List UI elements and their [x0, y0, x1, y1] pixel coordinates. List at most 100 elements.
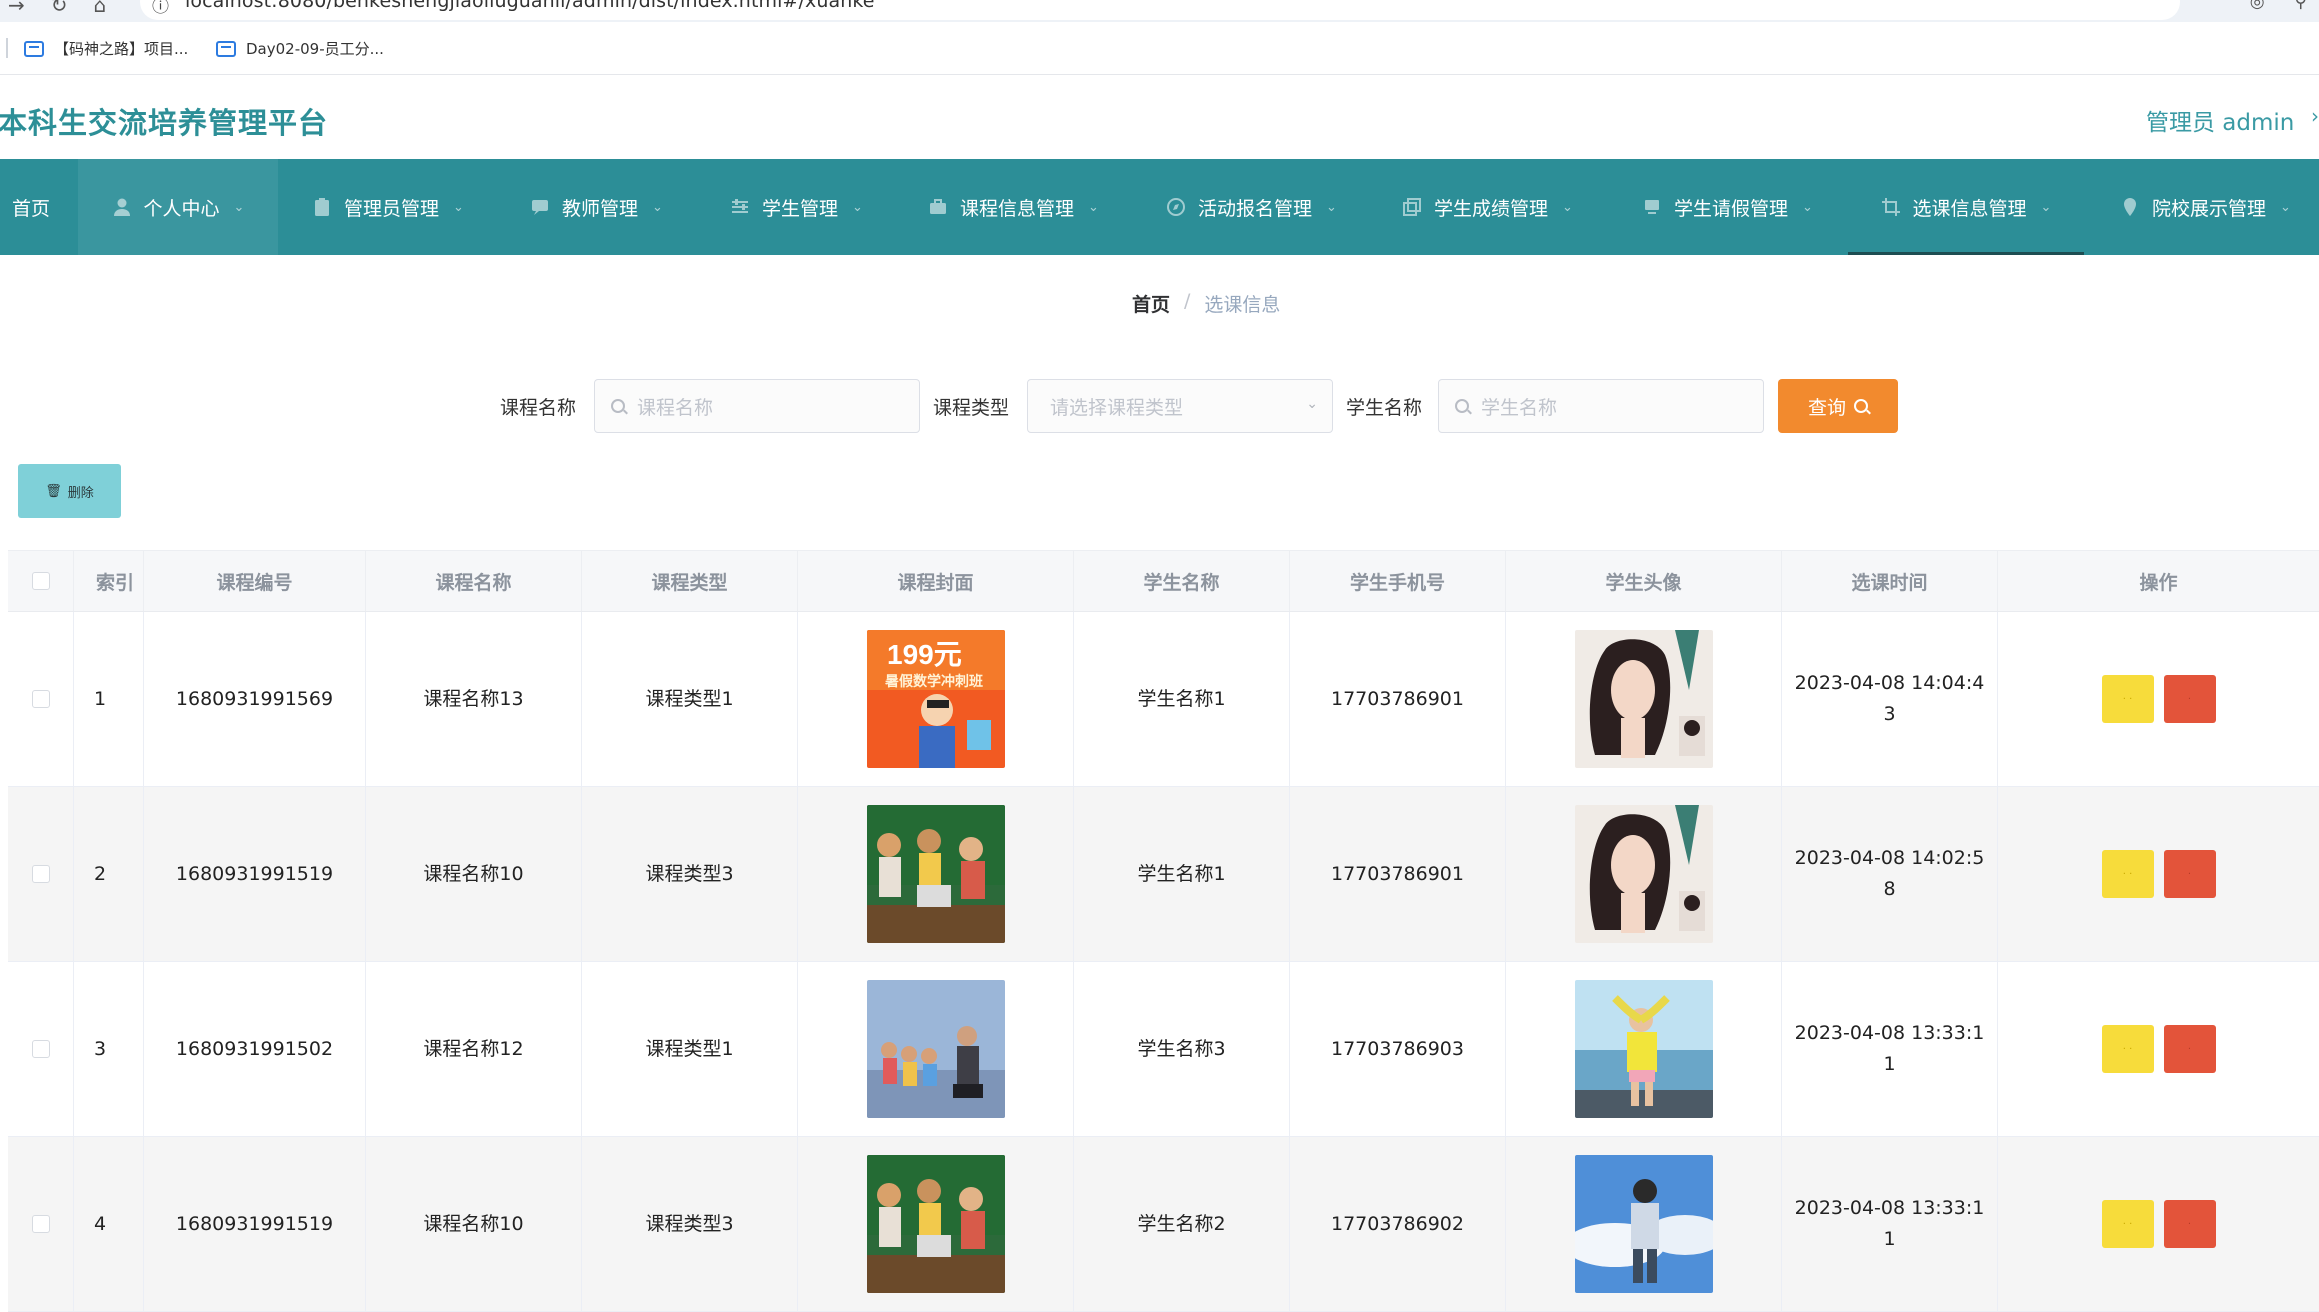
bilibili-icon [24, 40, 44, 57]
row-checkbox[interactable] [31, 1040, 50, 1058]
location-pin-icon [2120, 197, 2140, 217]
nav-campus-display-manage[interactable]: 院校展示管理 ⌄ [2120, 159, 2291, 255]
col-student-avatar: 学生头像 [1506, 551, 1782, 611]
row-checkbox[interactable] [31, 690, 50, 708]
chevron-down-icon: ⌄ [1802, 199, 1813, 215]
bookmark-item[interactable]: 【码神之路】项目... [24, 38, 188, 59]
course-name-input[interactable]: 课程名称 [594, 379, 920, 433]
course-cover-image[interactable] [866, 805, 1005, 943]
breadcrumb: 首页 / 选课信息 [1132, 290, 1280, 317]
table-row[interactable]: 3 1680931991502 课程名称12 课程类型1 学生名称3 17703… [8, 962, 2319, 1137]
nav-personal-center[interactable]: 个人中心 ⌄ [78, 159, 278, 255]
remove-button[interactable]: · [2163, 675, 2216, 723]
nav-label: 教师管理 [562, 197, 639, 220]
back-arrow-icon[interactable]: → [8, 0, 25, 16]
search-browser-icon[interactable]: ⚲ [2295, 0, 2307, 12]
col-course-type: 课程类型 [582, 551, 798, 611]
bookmark-item[interactable]: Day02-09-员工分... [216, 38, 384, 59]
cell-course-no: 1680931991519 [144, 787, 366, 961]
crop-icon [1881, 197, 1901, 217]
cell-student-avatar [1506, 787, 1782, 961]
nav-student-manage[interactable]: 学生管理 ⌄ [730, 159, 863, 255]
nav-label: 学生成绩管理 [1434, 197, 1549, 220]
browser-right-icons: ◎ ⚲ [2250, 0, 2307, 12]
nav-activity-signup-manage[interactable]: 活动报名管理 ⌄ [1166, 159, 1337, 255]
monitor-icon [1642, 197, 1662, 217]
row-select-cell [8, 962, 74, 1136]
course-cover-image[interactable] [866, 1155, 1005, 1293]
table-row[interactable]: 2 1680931991519 课程名称10 课程类型3 学生名称1 17703… [8, 787, 2319, 962]
remove-button[interactable]: · [2163, 1025, 2216, 1073]
breadcrumb-separator: / [1184, 290, 1191, 312]
cell-student-name: 学生名称1 [1074, 612, 1290, 786]
select-all-cell [8, 551, 74, 611]
edit-button[interactable]: · · [2101, 1200, 2154, 1248]
remove-button[interactable]: · [2163, 1200, 2216, 1248]
row-select-cell [8, 612, 74, 786]
chevron-down-icon: ⌄ [2280, 199, 2291, 215]
nav-leave-manage[interactable]: 学生请假管理 ⌄ [1642, 159, 1813, 255]
course-type-select[interactable]: 请选择课程类型 ⌄ [1027, 379, 1333, 433]
query-button[interactable]: 查询 [1778, 379, 1898, 433]
course-name-placeholder: 课程名称 [637, 396, 714, 419]
logout-icon[interactable]: › [2311, 104, 2319, 128]
browser-nav-buttons: → ↻ ⌂ [0, 0, 106, 16]
cell-course-name: 课程名称12 [366, 962, 582, 1136]
table-row[interactable]: 1 1680931991569 课程名称13 课程类型1 199元 暑假数学冲刺… [8, 612, 2319, 787]
course-cover-image[interactable]: 199元 暑假数学冲刺班 [866, 630, 1005, 768]
nav-teacher-manage[interactable]: 教师管理 ⌄ [530, 159, 663, 255]
clipboard-icon [312, 197, 332, 217]
col-student-phone: 学生手机号 [1290, 551, 1506, 611]
copy-icon [1402, 197, 1422, 217]
row-checkbox[interactable] [31, 1215, 50, 1233]
student-avatar-image[interactable] [1574, 1155, 1713, 1293]
select-time-line2: 1 [1883, 1228, 1896, 1250]
cell-course-name: 课程名称10 [366, 1137, 582, 1311]
chevron-down-icon: ⌄ [453, 199, 464, 215]
nav-course-selection-manage[interactable]: 选课信息管理 ⌄ [1848, 159, 2084, 255]
student-avatar-image[interactable] [1574, 980, 1713, 1118]
edit-button[interactable]: · · [2101, 850, 2154, 898]
admin-user[interactable]: 管理员 admin [2146, 103, 2294, 137]
student-name-input[interactable]: 学生名称 [1438, 379, 1764, 433]
cover-sub-text: 暑假数学冲刺班 [885, 673, 983, 690]
table-row[interactable]: 4 1680931991519 课程名称10 课程类型3 学生名称2 17703… [8, 1137, 2319, 1312]
cell-student-phone: 17703786902 [1290, 1137, 1506, 1311]
student-avatar-image[interactable] [1574, 630, 1713, 768]
nav-label: 管理员管理 [344, 197, 440, 220]
reload-icon[interactable]: ↻ [51, 0, 68, 16]
student-avatar-image[interactable] [1574, 805, 1713, 943]
col-index: 索引 [74, 551, 144, 611]
nav-admin-manage[interactable]: 管理员管理 ⌄ [312, 159, 464, 255]
home-icon[interactable]: ⌂ [94, 0, 107, 16]
row-checkbox[interactable] [31, 865, 50, 883]
student-name-placeholder: 学生名称 [1481, 396, 1558, 419]
cell-course-type: 课程类型1 [582, 612, 798, 786]
course-cover-image[interactable] [866, 980, 1005, 1118]
col-course-no: 课程编号 [144, 551, 366, 611]
nav-course-info-manage[interactable]: 课程信息管理 ⌄ [928, 159, 1099, 255]
edit-button[interactable]: · · [2101, 1025, 2154, 1073]
edit-button[interactable]: · · [2101, 675, 2154, 723]
address-url[interactable]: localhost:8080/benkeshengjiaoliuguanli/a… [185, 0, 875, 12]
nav-label: 选课信息管理 [1912, 197, 2027, 220]
nav-score-manage[interactable]: 学生成绩管理 ⌄ [1402, 159, 1573, 255]
breadcrumb-home[interactable]: 首页 [1132, 290, 1170, 317]
select-time-line1: 2023-04-08 13:33:1 [1794, 1022, 1985, 1044]
app-header [0, 75, 2319, 159]
select-all-checkbox[interactable] [31, 572, 50, 590]
cell-student-avatar [1506, 612, 1782, 786]
nav-home[interactable]: 首页 [12, 159, 50, 255]
delete-button[interactable]: 🗑 删除 [18, 464, 121, 518]
select-time-line2: 1 [1883, 1053, 1896, 1075]
row-select-cell [8, 1137, 74, 1311]
cell-select-time: 2023-04-08 13:33:1 1 [1782, 1137, 1998, 1311]
remove-button[interactable]: · [2163, 850, 2216, 898]
select-time-line2: 3 [1883, 703, 1896, 725]
chevron-down-icon: ⌄ [652, 199, 663, 215]
col-actions: 操作 [2139, 571, 2178, 594]
nav-label: 院校展示管理 [2152, 197, 2267, 220]
incognito-icon[interactable]: ◎ [2250, 0, 2265, 12]
site-info-icon[interactable]: ⓘ [152, 0, 169, 17]
delete-label: 删除 [67, 485, 94, 501]
